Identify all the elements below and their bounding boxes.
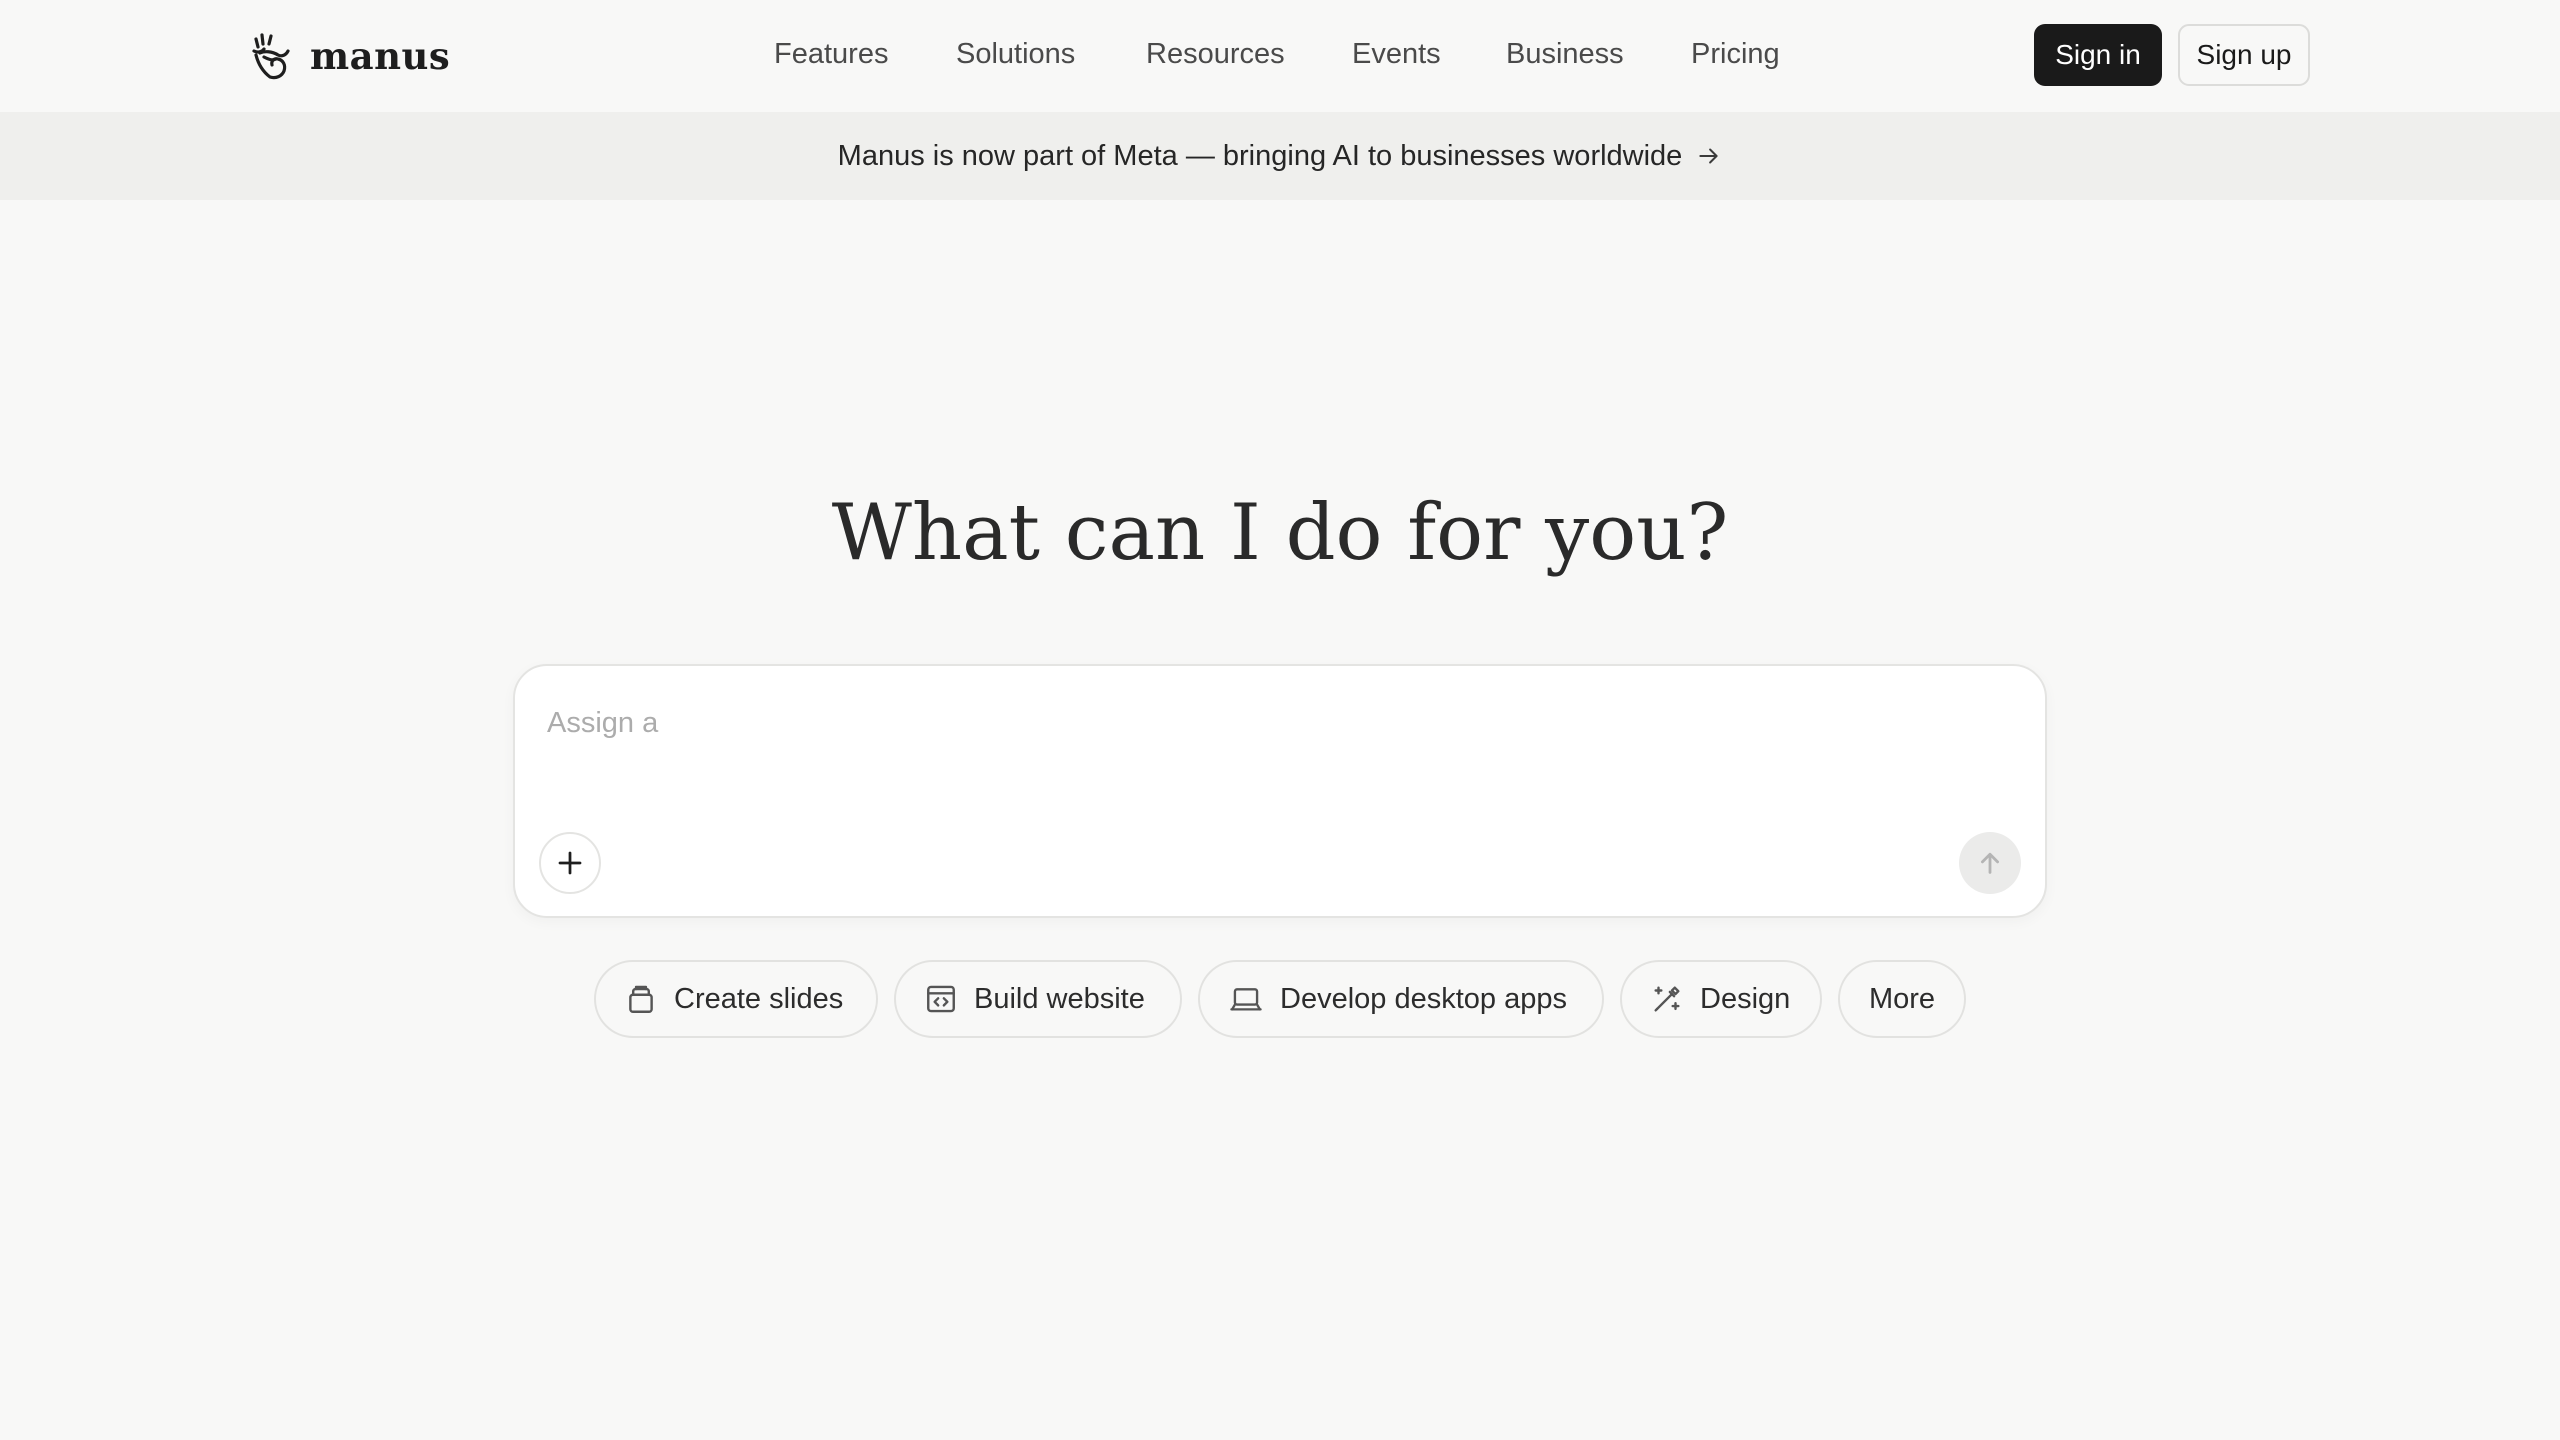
chip-more[interactable]: More — [1838, 960, 1966, 1038]
slides-icon — [629, 985, 653, 1013]
nav-link-business[interactable]: Business — [1506, 32, 1624, 76]
chip-label: Develop desktop apps — [1280, 982, 1567, 1015]
brand-logo-link[interactable]: manus — [250, 28, 450, 84]
nav-link-resources[interactable]: Resources — [1146, 32, 1285, 76]
chip-design[interactable]: Design — [1620, 960, 1822, 1038]
brand-wordmark: manus — [310, 34, 451, 78]
hero-title: What can I do for you? — [831, 488, 1729, 578]
laptop-icon — [1230, 988, 1262, 1011]
prompt-composer — [513, 664, 2047, 918]
chip-label: Create slides — [674, 982, 844, 1015]
announcement-banner[interactable]: Manus is now part of Meta — bringing AI … — [0, 112, 2560, 200]
add-attachment-button[interactable] — [539, 832, 601, 894]
chip-build-website[interactable]: Build website — [894, 960, 1182, 1038]
nav-link-solutions[interactable]: Solutions — [956, 32, 1075, 76]
arrow-right-icon — [1699, 148, 1718, 164]
announcement-text: Manus is now part of Meta — bringing AI … — [837, 139, 1683, 172]
chip-label: Build website — [974, 982, 1145, 1015]
chip-label: Design — [1700, 982, 1791, 1015]
nav-link-events[interactable]: Events — [1352, 32, 1441, 76]
pen-sparkle-icon — [1654, 986, 1680, 1012]
chip-label: More — [1868, 982, 1936, 1015]
nav-link-pricing[interactable]: Pricing — [1691, 32, 1780, 76]
top-navigation: manus Features Solutions Resources Event… — [0, 0, 2560, 112]
plus-icon — [558, 851, 582, 875]
manus-hand-logo-icon — [252, 33, 290, 80]
send-button[interactable] — [1959, 832, 2021, 894]
chip-create-slides[interactable]: Create slides — [594, 960, 878, 1038]
sign-up-button[interactable]: Sign up — [2178, 24, 2310, 86]
task-input[interactable] — [545, 692, 2009, 754]
nav-link-features[interactable]: Features — [774, 32, 888, 76]
sign-in-button[interactable]: Sign in — [2034, 24, 2162, 86]
code-window-icon — [927, 985, 955, 1013]
chip-develop-desktop-apps[interactable]: Develop desktop apps — [1198, 960, 1604, 1038]
arrow-up-icon — [1981, 852, 1999, 874]
